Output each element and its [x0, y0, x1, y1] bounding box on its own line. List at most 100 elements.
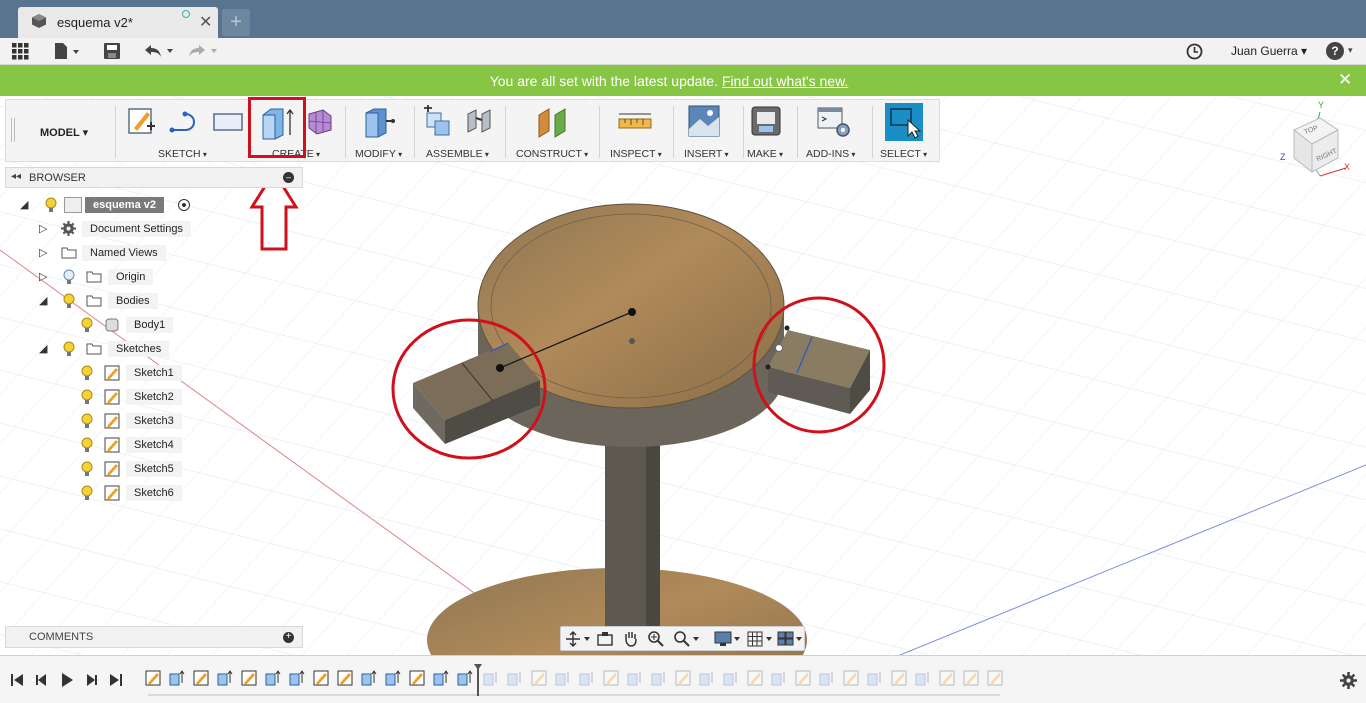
- job-status-clock-icon[interactable]: [1186, 43, 1203, 60]
- inspect-group-label[interactable]: INSPECT: [610, 148, 662, 160]
- scripts-addins-icon[interactable]: [817, 106, 851, 138]
- joint-icon[interactable]: [464, 106, 496, 138]
- arc-line-icon[interactable]: [169, 110, 203, 134]
- construct-group-label[interactable]: CONSTRUCT: [516, 148, 588, 160]
- help-icon[interactable]: ?: [1326, 42, 1344, 60]
- visibility-bulb-icon[interactable]: [81, 389, 93, 405]
- tree-row-body1[interactable]: Body1: [126, 315, 174, 335]
- tree-row-sketch[interactable]: Sketch6: [126, 483, 182, 503]
- tree-row-root[interactable]: esquema v2: [64, 195, 164, 215]
- document-settings-label: Document Settings: [82, 221, 191, 237]
- look-at-icon[interactable]: [596, 631, 614, 647]
- tree-row-sketch[interactable]: Sketch5: [126, 459, 182, 479]
- select-group-label[interactable]: SELECT: [880, 148, 927, 160]
- display-settings-icon[interactable]: [714, 631, 742, 647]
- form-mesh-icon[interactable]: [305, 106, 337, 138]
- modify-group-label[interactable]: MODIFY: [355, 148, 402, 160]
- collapse-sketches-icon[interactable]: ◢: [39, 342, 47, 355]
- press-pull-icon[interactable]: [362, 105, 396, 139]
- visibility-bulb-icon[interactable]: [81, 485, 93, 501]
- addins-group-label[interactable]: ADD-INS: [806, 148, 855, 160]
- sketch-icon: [104, 437, 120, 453]
- help-dropdown-icon[interactable]: ▾: [1348, 45, 1353, 56]
- select-tool-icon[interactable]: [885, 103, 923, 141]
- axis-z-label: Z: [1280, 152, 1286, 162]
- expand-document-settings-icon[interactable]: ▷: [39, 222, 47, 235]
- tree-row-bodies[interactable]: Bodies: [108, 291, 158, 311]
- visibility-bulb-icon[interactable]: [81, 437, 93, 453]
- assemble-group-label[interactable]: ASSEMBLE: [426, 148, 489, 160]
- save-icon[interactable]: [104, 43, 120, 59]
- tree-row-sketches[interactable]: Sketches: [108, 339, 170, 359]
- timeline-last-icon[interactable]: [108, 672, 124, 688]
- expand-named-views-icon[interactable]: ▷: [39, 246, 47, 259]
- viewports-icon[interactable]: [777, 631, 805, 647]
- timeline-first-icon[interactable]: [9, 672, 25, 688]
- rectangle-tool-icon[interactable]: [211, 110, 245, 134]
- measure-ruler-icon[interactable]: [617, 110, 653, 134]
- visibility-bulb-icon[interactable]: [81, 317, 93, 333]
- toolbar-grip[interactable]: [11, 118, 15, 142]
- banner-whats-new-link[interactable]: Find out what's new.: [722, 73, 848, 89]
- help-icon-glyph: ?: [1331, 44, 1339, 58]
- sketch-label: Sketch6: [126, 485, 182, 501]
- timeline-rolled-back-features: [483, 670, 1003, 686]
- quick-access-bar: Juan Guerra ▾ ? ▾: [0, 38, 1366, 65]
- visibility-bulb-icon[interactable]: [81, 413, 93, 429]
- 3d-print-icon[interactable]: [750, 105, 782, 137]
- browser-panel-header[interactable]: ◂◂ BROWSER –: [5, 167, 303, 188]
- sketch-group-label[interactable]: SKETCH: [158, 148, 207, 160]
- tree-row-sketch[interactable]: Sketch1: [126, 363, 182, 383]
- comments-panel-header[interactable]: COMMENTS +: [5, 626, 303, 648]
- tree-row-sketch[interactable]: Sketch3: [126, 411, 182, 431]
- create-sketch-icon[interactable]: [127, 106, 157, 138]
- visibility-bulb-icon[interactable]: [81, 365, 93, 381]
- tree-row-sketch[interactable]: Sketch2: [126, 387, 182, 407]
- offset-plane-icon[interactable]: [535, 105, 571, 139]
- insert-group-label[interactable]: INSERT: [684, 148, 729, 160]
- orbit-icon[interactable]: [565, 631, 591, 647]
- fit-zoom-icon[interactable]: [673, 630, 701, 648]
- sketch-point-center: [628, 308, 636, 316]
- tree-row-named-views[interactable]: Named Views: [82, 243, 166, 263]
- tree-row-origin[interactable]: Origin: [108, 267, 154, 287]
- add-comment-icon[interactable]: +: [283, 632, 294, 643]
- undo-icon[interactable]: [143, 43, 175, 59]
- close-tab-icon[interactable]: ✕: [199, 12, 212, 32]
- user-account-menu[interactable]: Juan Guerra ▾: [1231, 44, 1307, 58]
- visibility-bulb-icon[interactable]: [45, 197, 57, 213]
- zoom-icon[interactable]: [647, 630, 665, 648]
- data-panel-grid-icon[interactable]: [12, 43, 29, 60]
- timeline-play-icon[interactable]: [59, 671, 75, 689]
- new-tab-button[interactable]: +: [222, 9, 250, 36]
- collapse-browser-icon[interactable]: ◂◂: [11, 171, 21, 182]
- visibility-bulb-icon[interactable]: [63, 293, 75, 309]
- redo-icon[interactable]: [187, 43, 219, 59]
- make-group-label[interactable]: MAKE: [747, 148, 783, 160]
- file-menu-icon[interactable]: [53, 42, 81, 60]
- document-tab[interactable]: esquema v2* ✕: [18, 7, 218, 38]
- timeline-previous-icon[interactable]: [34, 672, 50, 688]
- browser-minimize-icon[interactable]: –: [283, 172, 294, 183]
- grid-settings-icon[interactable]: [747, 631, 775, 647]
- timeline-settings-gear-icon[interactable]: [1340, 672, 1357, 689]
- banner-close-icon[interactable]: ✕: [1338, 70, 1352, 90]
- viewcube[interactable]: TOP RIGHT Y Z X: [1276, 100, 1362, 188]
- visibility-bulb-off-icon[interactable]: [63, 269, 75, 285]
- timeline-next-icon[interactable]: [83, 672, 99, 688]
- insert-image-icon[interactable]: [688, 105, 720, 137]
- pan-hand-icon[interactable]: [622, 630, 640, 648]
- activate-component-icon[interactable]: [178, 199, 190, 211]
- tree-row-sketch[interactable]: Sketch4: [126, 435, 182, 455]
- new-component-icon[interactable]: [421, 105, 453, 139]
- timeline-features-track[interactable]: [140, 664, 1010, 700]
- visibility-bulb-icon[interactable]: [81, 461, 93, 477]
- visibility-bulb-icon[interactable]: [63, 341, 75, 357]
- tree-row-document-settings[interactable]: Document Settings: [82, 219, 191, 239]
- expand-origin-icon[interactable]: ▷: [39, 270, 47, 283]
- workspace-switcher[interactable]: MODEL ▾: [40, 126, 88, 139]
- expand-root-icon[interactable]: ◢: [20, 198, 28, 211]
- component-icon: [64, 197, 82, 213]
- annotation-highlight-box: [248, 97, 306, 158]
- collapse-bodies-icon[interactable]: ◢: [39, 294, 47, 307]
